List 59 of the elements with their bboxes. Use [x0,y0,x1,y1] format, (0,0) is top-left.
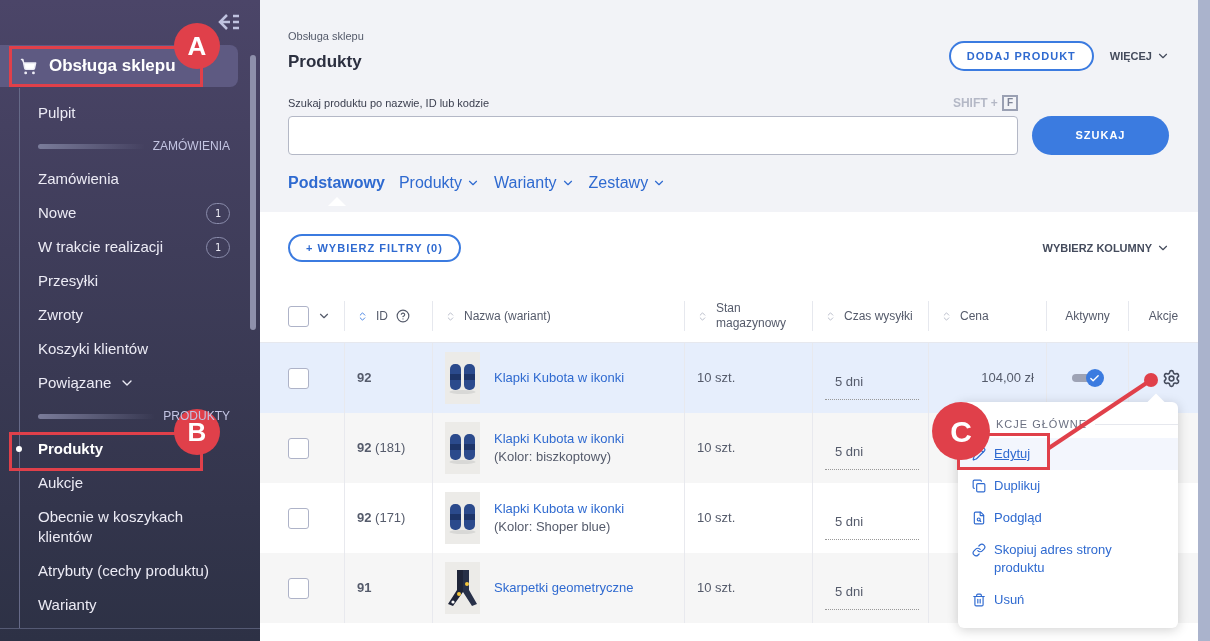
table-cell-text: 92 [357,369,372,388]
column-header: Stan magazynowy [716,301,788,331]
shipping-field[interactable]: 5 dni [825,364,919,400]
sidebar-item[interactable]: Atrybuty (cechy produktu) [38,561,209,581]
product-link[interactable]: Klapki Kubota w ikonki [494,369,625,387]
page-title: Produkty [288,50,363,73]
table-cell-text: 10 szt. [697,439,736,458]
tab[interactable]: Podstawowy [288,172,385,194]
search-button[interactable]: SZUKAJ [1032,116,1169,155]
sidebar-item[interactable]: Obecnie w koszykach klientów [38,507,230,547]
column-header: Aktywny [1065,308,1110,325]
column-header: Cena [960,308,989,325]
breadcrumb[interactable]: Obsługa sklepu [288,28,364,45]
sidebar-item[interactable]: Aukcje [38,473,84,493]
columns-button[interactable]: WYBIERZ KOLUMNY [1042,239,1170,257]
product-link[interactable]: Klapki Kubota w ikonki [494,500,625,518]
sidebar-item[interactable]: Zwroty [38,305,83,325]
table-cell-text: 10 szt. [697,369,736,388]
shortcut-hint: SHIFT + [952,95,998,112]
menu-item[interactable]: Usuń [958,584,1178,616]
table-cell-text: 91 [357,579,372,598]
menu-item[interactable]: Podgląd [958,502,1178,534]
table-cell-text: 104,00 zł [981,369,1034,388]
table-cell-text: 10 szt. [697,509,736,528]
sidebar-header-label: Obsługa sklepu [49,55,176,78]
sidebar-item[interactable]: Przesyłki [38,271,98,291]
sidebar-item[interactable]: Nowe [38,203,77,223]
shipping-field[interactable]: 5 dni [825,434,919,470]
column-header: ID [376,308,388,325]
sidebar-item[interactable]: W trakcie realizacji [38,237,164,257]
variant-text: (Kolor: Shoper blue) [494,518,612,536]
column-header: Nazwa (wariant) [464,308,551,325]
tab[interactable]: Zestawy [588,172,667,194]
sidebar-item[interactable]: Zamówienia [38,169,119,189]
table-cell-text: 92 (181) [357,439,406,458]
column-header: Akcje [1148,308,1179,325]
table-cell-text: 92 (171) [357,509,406,528]
tab[interactable]: Produkty [398,172,481,194]
product-link[interactable]: Klapki Kubota w ikonki [494,430,625,448]
sidebar-item[interactable]: Pulpit [38,103,76,123]
variant-text: (Kolor: biszkoptowy) [494,448,613,466]
add-product-button[interactable]: DODAJ PRODUKT [948,41,1094,71]
menu-item[interactable]: Duplikuj [958,470,1178,502]
menu-item[interactable]: Skopiuj adres strony produktu [958,534,1178,584]
filters-button[interactable]: + WYBIERZ FILTRY (0) [288,234,461,262]
search-label: Szukaj produktu po nazwie, ID lub kodzie [288,95,490,111]
column-header: Czas wysyłki [844,308,913,325]
sidebar-item[interactable]: Koszyki klientów [38,339,149,359]
sidebar-group[interactable]: Powiązane [38,366,230,400]
tab[interactable]: Warianty [494,172,575,194]
shipping-field[interactable]: 5 dni [825,504,919,540]
shipping-field[interactable]: 5 dni [825,574,919,610]
sidebar-item[interactable]: Produkty [38,439,103,459]
section-label: ZAMÓWIENIA [152,137,230,155]
product-link[interactable]: Skarpetki geometryczne [494,579,634,597]
more-button[interactable]: WIĘCEJ [1109,47,1170,65]
shortcut-key: F [1001,95,1018,111]
table-cell-text: 10 szt. [697,579,736,598]
sidebar-item[interactable]: Warianty [38,595,97,615]
